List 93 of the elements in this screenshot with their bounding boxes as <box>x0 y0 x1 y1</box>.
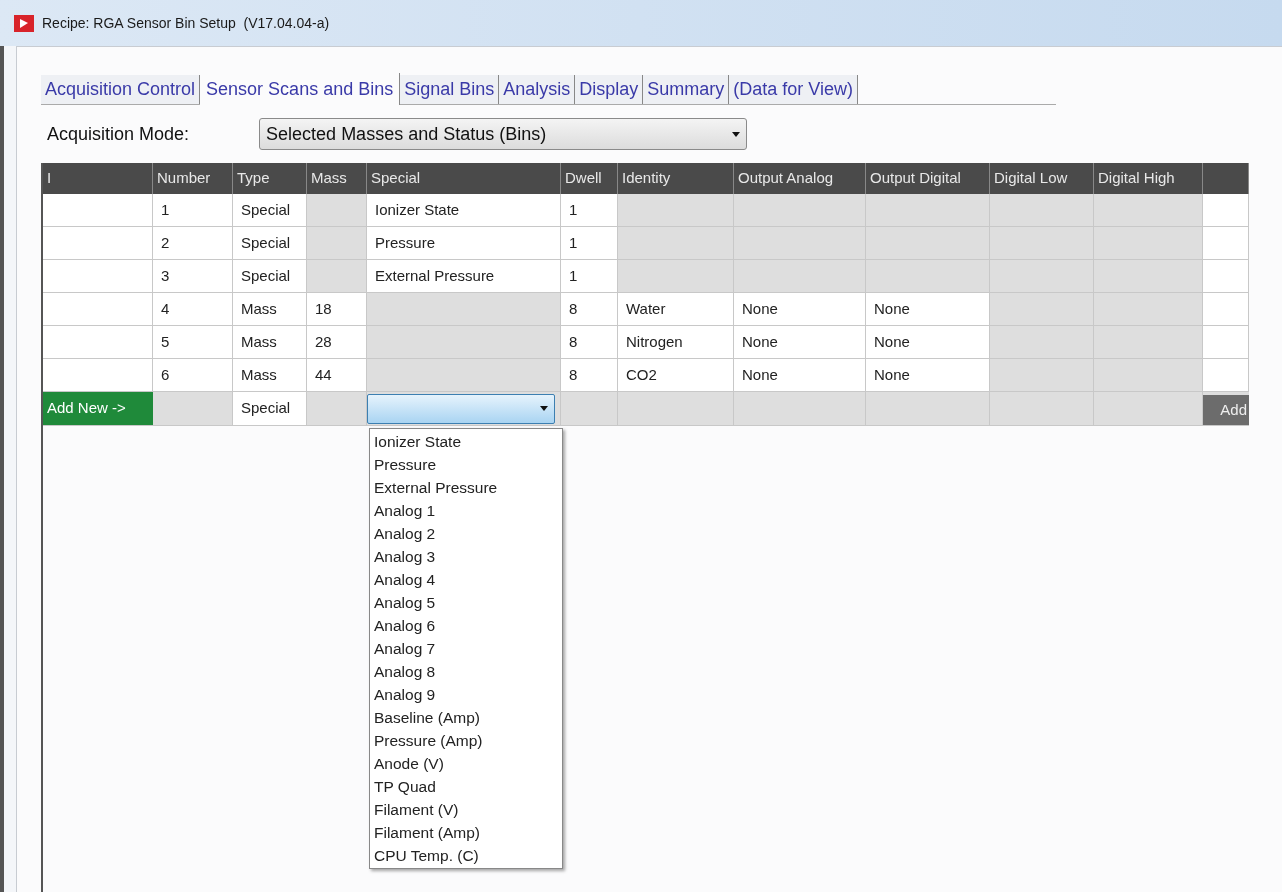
table-cell[interactable]: 8 <box>561 293 618 326</box>
table-cell[interactable]: 2 <box>153 227 233 260</box>
table-cell[interactable] <box>43 293 153 326</box>
table-cell[interactable]: 1 <box>561 227 618 260</box>
table-cell[interactable]: 4 <box>153 293 233 326</box>
dropdown-option[interactable]: Anode (V) <box>370 752 562 775</box>
table-cell[interactable]: Special <box>233 260 307 293</box>
table-cell[interactable]: 8 <box>561 326 618 359</box>
table-cell[interactable] <box>43 194 153 227</box>
dropdown-option[interactable]: TP Quad <box>370 775 562 798</box>
table-cell[interactable]: 44 <box>307 359 367 392</box>
table-cell[interactable]: Mass <box>233 359 307 392</box>
table-cell[interactable]: Nitrogen <box>618 326 734 359</box>
tab[interactable]: Summary <box>643 75 730 104</box>
caret-icon <box>540 406 548 411</box>
table-cell[interactable] <box>1203 227 1249 260</box>
table-cell[interactable] <box>1203 293 1249 326</box>
header-cell <box>1203 163 1249 194</box>
acquisition-mode-dropdown[interactable]: Selected Masses and Status (Bins) <box>259 118 748 150</box>
table-cell[interactable] <box>1203 359 1249 392</box>
table-cell[interactable]: None <box>866 293 990 326</box>
add-new-label: Add New -> <box>43 392 153 426</box>
table-cell[interactable]: 8 <box>561 359 618 392</box>
table-cell[interactable]: 18 <box>307 293 367 326</box>
table-cell[interactable]: None <box>866 359 990 392</box>
column-header: Special <box>367 163 561 194</box>
column-header: Identity <box>618 163 734 194</box>
dropdown-option[interactable]: Analog 8 <box>370 660 562 683</box>
table-cell[interactable] <box>43 260 153 293</box>
add-button[interactable]: Add <box>1203 395 1249 425</box>
dropdown-option[interactable]: External Pressure <box>370 476 562 499</box>
tab[interactable]: Sensor Scans and Bins <box>200 73 401 105</box>
table-cell[interactable]: 5 <box>153 326 233 359</box>
table-cell[interactable] <box>1203 326 1249 359</box>
tab[interactable]: (Data for View) <box>729 75 859 104</box>
table-cell[interactable]: Ionizer State <box>367 194 561 227</box>
tab[interactable]: Acquisition Control <box>41 75 201 104</box>
dropdown-option[interactable]: Ionizer State <box>370 430 562 453</box>
column-header: Digital Low <box>990 163 1094 194</box>
tab[interactable]: Analysis <box>499 75 576 104</box>
dropdown-option[interactable]: Filament (V) <box>370 798 562 821</box>
acquisition-mode-label: Acquisition Mode: <box>47 122 190 146</box>
column-header: Output Analog <box>734 163 866 194</box>
table-cell[interactable]: Pressure <box>367 227 561 260</box>
table-cell[interactable] <box>43 359 153 392</box>
dropdown-option[interactable]: CPU Temp. (C) <box>370 844 562 867</box>
window-title: Recipe: RGA Sensor Bin Setup (V17.04.04-a) <box>42 13 330 33</box>
table-cell[interactable]: 1 <box>561 260 618 293</box>
tab[interactable]: Display <box>575 75 644 104</box>
dropdown-option[interactable]: Analog 2 <box>370 522 562 545</box>
dropdown-option[interactable]: Pressure <box>370 453 562 476</box>
table-cell[interactable]: 1 <box>561 194 618 227</box>
dropdown-option[interactable]: Analog 1 <box>370 499 562 522</box>
table-cell[interactable] <box>43 326 153 359</box>
column-header: Type <box>233 163 307 194</box>
special-dropdown[interactable] <box>367 393 555 424</box>
column-header: Dwell <box>561 163 618 194</box>
table-cell[interactable] <box>43 227 153 260</box>
dropdown-option[interactable]: Analog 5 <box>370 591 562 614</box>
table-cell[interactable] <box>1203 260 1249 293</box>
table-cell[interactable]: 1 <box>153 194 233 227</box>
dropdown-option[interactable]: Filament (Amp) <box>370 821 562 844</box>
table-cell[interactable]: Special <box>233 392 307 426</box>
caret-icon <box>732 131 741 137</box>
table-cell[interactable]: None <box>734 326 866 359</box>
column-header: Number <box>153 163 233 194</box>
table-cell[interactable]: Water <box>618 293 734 326</box>
dropdown-option[interactable]: Analog 4 <box>370 568 562 591</box>
dropdown-option[interactable]: Pressure (Amp) <box>370 729 562 752</box>
table-cell[interactable]: None <box>866 326 990 359</box>
table-cell[interactable]: Mass <box>233 326 307 359</box>
table-cell[interactable]: Mass <box>233 293 307 326</box>
column-header: Mass <box>307 163 367 194</box>
table-cell[interactable]: Special <box>233 194 307 227</box>
table-cell[interactable]: External Pressure <box>367 260 561 293</box>
table-cell[interactable]: 28 <box>307 326 367 359</box>
dropdown-option[interactable]: Analog 7 <box>370 637 562 660</box>
table-cell[interactable]: 3 <box>153 260 233 293</box>
dropdown-option[interactable]: Analog 6 <box>370 614 562 637</box>
table-cell[interactable]: CO2 <box>618 359 734 392</box>
table-cell[interactable]: None <box>734 359 866 392</box>
dropdown-option[interactable]: Analog 3 <box>370 545 562 568</box>
column-header: Digital High <box>1094 163 1203 194</box>
dropdown-option[interactable]: Analog 9 <box>370 683 562 706</box>
app-logo-icon <box>14 13 34 33</box>
table-cell[interactable] <box>1203 194 1249 227</box>
table-cell[interactable]: None <box>734 293 866 326</box>
column-header: Output Digital <box>866 163 990 194</box>
table-cell[interactable]: Special <box>233 227 307 260</box>
tab[interactable]: Signal Bins <box>400 75 500 104</box>
dropdown-option[interactable]: Baseline (Amp) <box>370 706 562 729</box>
table-cell[interactable]: 6 <box>153 359 233 392</box>
column-header: I <box>43 163 153 194</box>
